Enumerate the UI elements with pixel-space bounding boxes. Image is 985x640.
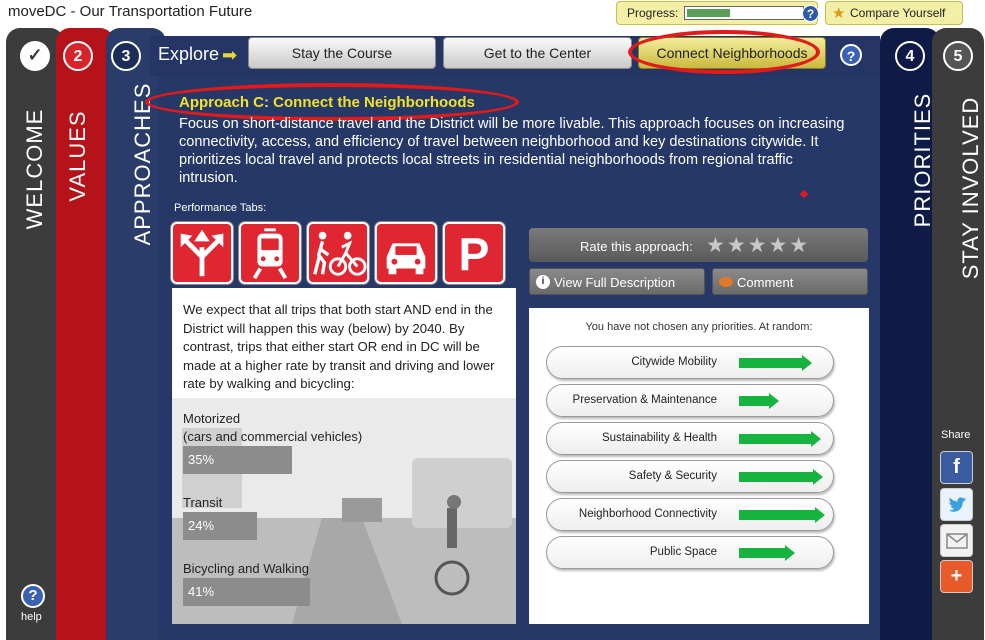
step-values-number: 2 — [63, 41, 93, 71]
performance-intro-text: We expect that all trips that both start… — [183, 302, 495, 391]
priority-label: Public Space — [649, 546, 717, 558]
progress-label: Progress: — [627, 6, 679, 20]
twitter-icon[interactable] — [940, 488, 973, 521]
rating-stars[interactable]: ★★★★★ — [706, 233, 810, 258]
step-stay-number: 5 — [943, 41, 973, 71]
step-stay-text: STAY INVOLVED — [958, 96, 983, 280]
share-label: Share — [941, 429, 971, 441]
step-priorities[interactable]: 4 PRIORITIES — [880, 28, 940, 640]
priorities-panel: You have not chosen any priorities. At r… — [529, 308, 869, 624]
priority-score-arrow — [739, 355, 812, 371]
arrow-right-icon: ➡ — [222, 45, 238, 65]
priority-label: Neighborhood Connectivity — [578, 508, 717, 520]
transit-train-icon[interactable] — [239, 222, 301, 284]
priority-item[interactable]: Sustainability & Health — [546, 422, 834, 455]
tab-get-to-the-center[interactable]: Get to the Center — [443, 37, 632, 69]
explore-help-icon[interactable]: ? — [840, 44, 862, 66]
info-icon: i — [536, 275, 550, 289]
progress-indicator: Progress: ? — [616, 1, 819, 25]
star-icon: ★ — [832, 5, 846, 22]
app-title: moveDC - Our Transportation Future — [8, 3, 253, 20]
comment-bubble-icon — [719, 277, 733, 287]
add-share-icon[interactable]: + — [940, 560, 973, 593]
car-icon[interactable] — [375, 222, 437, 284]
annotation-circle — [628, 30, 820, 74]
priority-score-arrow — [739, 431, 821, 447]
approach-description: Focus on short-distance travel and the D… — [179, 116, 845, 186]
help-icon[interactable]: ? — [21, 584, 45, 608]
progress-help-icon[interactable]: ? — [802, 5, 819, 22]
priorities-header: You have not chosen any priorities. At r… — [585, 321, 813, 333]
view-full-description-label: View Full Description — [554, 275, 676, 290]
comment-button[interactable]: Comment — [712, 268, 868, 295]
mode-motorized-label: Motorized (cars and commercial vehicles) — [183, 411, 363, 444]
performance-tabs-label: Performance Tabs: — [174, 202, 267, 214]
facebook-icon[interactable]: f — [940, 451, 973, 484]
priority-item[interactable]: Neighborhood Connectivity — [546, 498, 834, 531]
step-priorities-number: 4 — [895, 41, 925, 71]
help-label[interactable]: help — [21, 611, 42, 623]
priority-label: Sustainability & Health — [601, 432, 717, 444]
mode-bike-walk-label: Bicycling and Walking — [183, 561, 309, 576]
tab-stay-the-course[interactable]: Stay the Course — [248, 37, 436, 69]
priority-item[interactable]: Preservation & Maintenance — [546, 384, 834, 417]
priority-item[interactable]: Citywide Mobility — [546, 346, 834, 379]
roadway-directions-icon[interactable] — [171, 222, 233, 284]
performance-info-panel: We expect that all trips that both start… — [172, 288, 516, 624]
priority-score-arrow — [739, 545, 795, 561]
priority-item[interactable]: Safety & Security — [546, 460, 834, 493]
mode-motorized-bar: 35% — [183, 446, 292, 474]
step-approaches-number: 3 — [111, 41, 141, 71]
priority-label: Safety & Security — [628, 470, 717, 482]
parking-icon[interactable]: P — [443, 222, 505, 284]
priority-score-arrow — [739, 393, 779, 409]
priority-item[interactable]: Public Space — [546, 536, 834, 569]
compare-yourself-label: Compare Yourself — [850, 6, 946, 20]
walk-bike-icon[interactable] — [307, 222, 369, 284]
priority-label: Citywide Mobility — [631, 356, 717, 368]
progress-track — [684, 6, 804, 20]
mode-transit-label: Transit — [183, 495, 223, 510]
priority-score-arrow — [739, 469, 823, 485]
rating-bar: Rate this approach: ★★★★★ — [529, 228, 868, 262]
svg-text:P: P — [459, 228, 490, 280]
rating-label: Rate this approach: — [580, 239, 693, 254]
view-full-description-button[interactable]: i View Full Description — [529, 268, 705, 295]
step-welcome-label: WELCOME — [22, 108, 47, 230]
step-approaches[interactable]: 3 APPROACHES — [106, 28, 166, 640]
mode-bike-walk-bar: 41% — [183, 578, 310, 606]
comment-label: Comment — [737, 275, 794, 290]
compare-yourself-button[interactable]: ★ Compare Yourself — [825, 1, 963, 25]
email-icon[interactable] — [940, 524, 973, 557]
explore-label: Explore — [158, 44, 220, 64]
priority-label: Preservation & Maintenance — [572, 394, 717, 406]
mode-transit-bar: 24% — [183, 512, 257, 540]
checkmark-icon: ✓ — [20, 41, 50, 71]
step-values-label: VALUES — [65, 110, 90, 202]
progress-fill — [687, 9, 730, 17]
priority-score-arrow — [739, 507, 825, 523]
